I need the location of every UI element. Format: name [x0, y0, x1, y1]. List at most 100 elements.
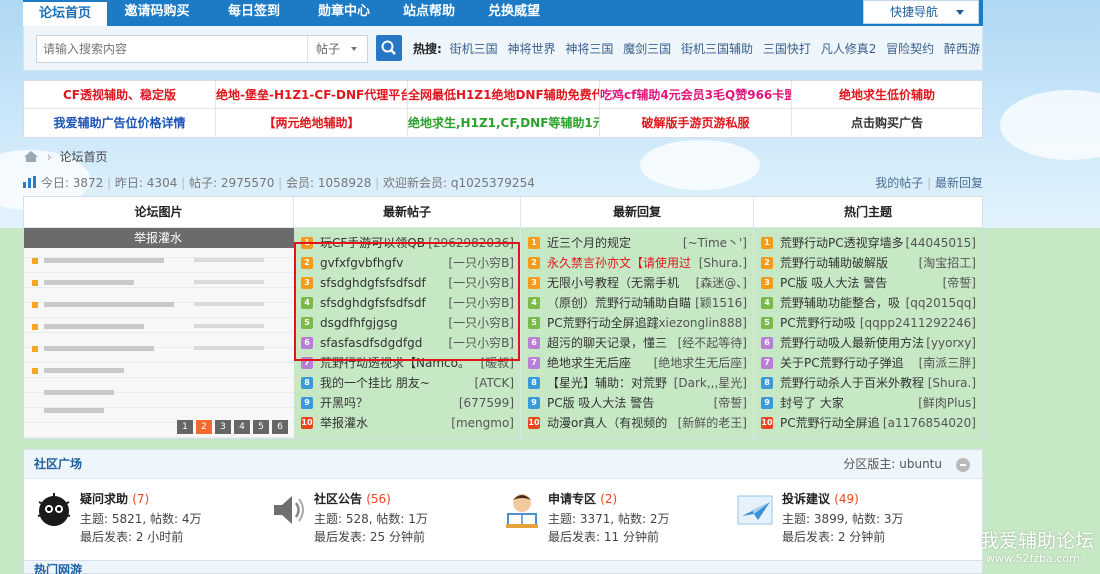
- topic-title[interactable]: 绝地求生无后座: [547, 356, 631, 370]
- topic-title[interactable]: PC版 吸人大法 警告: [547, 396, 654, 410]
- list-item[interactable]: 5 PC荒野行动全屏追踪 [xiezonglin888]: [521, 313, 753, 333]
- forum-name[interactable]: 投诉建议 (49): [782, 490, 859, 507]
- topic-author[interactable]: [新鲜的老王]: [678, 413, 747, 433]
- list-item[interactable]: 8 我的一个挂比 朋友~ [ATCK]: [294, 373, 520, 393]
- topic-author[interactable]: [鲜肉Plus]: [918, 393, 976, 413]
- search-scope-select[interactable]: 帖子: [307, 36, 367, 62]
- list-item[interactable]: 9 封号了 大家 [鲜肉Plus]: [754, 393, 982, 413]
- slide-page-2[interactable]: 2: [196, 420, 212, 434]
- topic-title[interactable]: 动漫or真人（有视频的: [547, 416, 667, 430]
- topic-title[interactable]: 荒野行动辅助破解版: [780, 256, 888, 270]
- topic-title[interactable]: 荒野行动PC透视穿墙多: [780, 236, 904, 250]
- ad-link[interactable]: 破解版手游页游私服: [600, 109, 792, 137]
- quick-nav-dropdown[interactable]: 快捷导航: [863, 0, 979, 24]
- list-item[interactable]: 2 永久禁言孙亦文【请使用过 [Shura.]: [521, 253, 753, 273]
- topic-title[interactable]: PC版 吸人大法 警告: [780, 276, 887, 290]
- forum-name[interactable]: 申请专区 (2): [548, 490, 617, 507]
- topic-author[interactable]: [经不起等待]: [678, 333, 747, 353]
- forum-name[interactable]: 社区公告 (56): [314, 490, 391, 507]
- welcome-new-member[interactable]: 欢迎新会员: q1025379254: [383, 176, 535, 190]
- topic-author[interactable]: [森迷@、]: [696, 273, 747, 293]
- topic-title[interactable]: 荒野行动吸人最新使用方法: [780, 336, 924, 350]
- my-posts-link[interactable]: 我的帖子: [875, 176, 923, 190]
- list-item[interactable]: 6 荒野行动吸人最新使用方法 [yyorxy]: [754, 333, 982, 353]
- ad-link[interactable]: 绝地求生,H1Z1,CF,DNF等辅助1元: [408, 109, 600, 137]
- hot-term[interactable]: 魔剑三国: [623, 42, 671, 56]
- list-item[interactable]: 9 开黑吗？ [677599]: [294, 393, 520, 413]
- topic-author[interactable]: [颖1516]: [695, 293, 747, 313]
- topic-title[interactable]: 永久禁言孙亦文【请使用过: [547, 256, 691, 270]
- breadcrumb-forum-home[interactable]: 论坛首页: [59, 150, 107, 164]
- list-item[interactable]: 6 超污的聊天记录，懂三 [经不起等待]: [521, 333, 753, 353]
- hot-term[interactable]: 街机三国辅助: [681, 42, 753, 56]
- forum-last-post[interactable]: 最后发表: 2 分钟前: [782, 528, 885, 545]
- slide-page-1[interactable]: 1: [177, 420, 193, 434]
- hot-term[interactable]: 凡人修真2: [821, 42, 877, 56]
- topic-title[interactable]: （原创）荒野行动辅助自瞄: [547, 296, 691, 310]
- slide-page-6[interactable]: 6: [272, 420, 288, 434]
- topic-title[interactable]: PC荒野行动全屏追踪: [547, 316, 659, 330]
- topic-title[interactable]: PC荒野行动吸: [780, 316, 856, 330]
- community-title[interactable]: 社区广场: [34, 457, 82, 471]
- topic-author[interactable]: [qq2015qq]: [906, 293, 976, 313]
- forum-last-post[interactable]: 最后发表: 25 分钟前: [314, 528, 425, 545]
- topic-author[interactable]: [帝誓]: [943, 273, 976, 293]
- ad-link[interactable]: 【两元绝地辅助】: [216, 109, 408, 137]
- list-item[interactable]: 10 PC荒野行动全屏追 [a1176854020]: [754, 413, 982, 433]
- list-item[interactable]: 4 （原创）荒野行动辅助自瞄 [颖1516]: [521, 293, 753, 313]
- slide-caption[interactable]: 举报灌水: [24, 228, 294, 248]
- ad-link[interactable]: 我爱辅助广告位价格详情: [24, 109, 216, 137]
- hot-term[interactable]: 神将三国: [565, 42, 613, 56]
- nav-medal-center[interactable]: 勋章中心: [303, 0, 385, 26]
- list-item[interactable]: 5 PC荒野行动吸 [qqpp2411292246]: [754, 313, 982, 333]
- topic-author[interactable]: [淘宝招工]: [919, 253, 976, 273]
- list-item[interactable]: 2 荒野行动辅助破解版 [淘宝招工]: [754, 253, 982, 273]
- nav-forum-home[interactable]: 论坛首页: [23, 0, 107, 26]
- forum-last-post[interactable]: 最后发表: 11 分钟前: [548, 528, 659, 545]
- topic-title[interactable]: 荒野行动杀人于百米外教程: [780, 376, 924, 390]
- topic-author[interactable]: [绝地求生无后座]: [654, 353, 747, 373]
- collapse-icon[interactable]: [956, 458, 970, 472]
- forum-last-post[interactable]: 最后发表: 2 小时前: [80, 528, 183, 545]
- topic-author[interactable]: [a1176854020]: [883, 413, 976, 433]
- topic-title[interactable]: 开黑吗？: [320, 396, 368, 410]
- slide-image[interactable]: [24, 228, 294, 438]
- list-item[interactable]: 7 绝地求生无后座 [绝地求生无后座]: [521, 353, 753, 373]
- home-icon[interactable]: [23, 150, 39, 163]
- topic-author[interactable]: [帝誓]: [714, 393, 747, 413]
- topic-author[interactable]: [mengmo]: [451, 413, 514, 433]
- topic-author[interactable]: [Dark,,,星光]: [674, 373, 747, 393]
- hot-term[interactable]: 冒险契约: [886, 42, 934, 56]
- topic-title[interactable]: 封号了 大家: [780, 396, 844, 410]
- hot-term[interactable]: 街机三国: [450, 42, 498, 56]
- list-item[interactable]: 3 无限小号教程（无需手机 [森迷@、]: [521, 273, 753, 293]
- topic-title[interactable]: 我的一个挂比 朋友~: [320, 376, 430, 390]
- slide-page-4[interactable]: 4: [234, 420, 250, 434]
- topic-title[interactable]: 无限小号教程（无需手机: [547, 276, 679, 290]
- hot-term[interactable]: 三国快打: [763, 42, 811, 56]
- hot-network-header[interactable]: 热门网游: [23, 560, 983, 574]
- topic-author[interactable]: [xiezonglin888]: [654, 313, 747, 333]
- list-item[interactable]: 1 荒野行动PC透视穿墙多 [44045015]: [754, 233, 982, 253]
- topic-author[interactable]: [Shura.]: [928, 373, 976, 393]
- topic-title[interactable]: 举报灌水: [320, 416, 368, 430]
- topic-title[interactable]: 【星光】辅助：对荒野: [547, 376, 667, 390]
- latest-reply-link[interactable]: 最新回复: [935, 176, 983, 190]
- ad-link[interactable]: 吃鸡cf辅助4元会员3毛Q赞966卡盟: [600, 81, 792, 109]
- topic-title[interactable]: 关于PC荒野行动子弹追: [780, 356, 904, 370]
- nav-site-help[interactable]: 站点帮助: [388, 0, 470, 26]
- list-item[interactable]: 8 【星光】辅助：对荒野 [Dark,,,星光]: [521, 373, 753, 393]
- ad-link[interactable]: 绝地-堡垒-H1Z1-CF-DNF代理平台: [216, 81, 408, 109]
- slide-page-3[interactable]: 3: [215, 420, 231, 434]
- topic-author[interactable]: [677599]: [459, 393, 514, 413]
- zone-moderator[interactable]: 分区版主: ubuntu: [843, 450, 942, 478]
- topic-title[interactable]: 荒野辅助功能整合，吸: [780, 296, 900, 310]
- ad-link[interactable]: 点击购买广告: [792, 109, 982, 137]
- list-item[interactable]: 3 PC版 吸人大法 警告 [帝誓]: [754, 273, 982, 293]
- topic-author[interactable]: [qqpp2411292246]: [860, 313, 976, 333]
- topic-title[interactable]: PC荒野行动全屏追: [780, 416, 880, 430]
- hot-term[interactable]: 神将世界: [507, 42, 555, 56]
- nav-daily-checkin[interactable]: 每日签到: [213, 0, 295, 26]
- nav-exchange-prestige[interactable]: 兑换威望: [473, 0, 555, 26]
- topic-author[interactable]: [ATCK]: [474, 373, 514, 393]
